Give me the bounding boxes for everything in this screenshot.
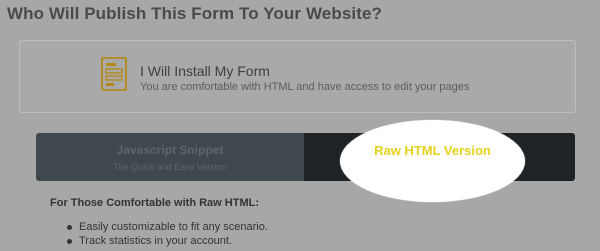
feature-list: Easily customizable to fit any scenario.… (66, 220, 268, 248)
form-layout-icon (101, 57, 127, 91)
page-title: Who Will Publish This Form To Your Websi… (7, 4, 382, 23)
install-myself-option[interactable]: I Will Install My Form You are comfortab… (19, 40, 576, 113)
spotlight-highlight (340, 120, 525, 202)
javascript-snippet-title: Javascript Snippet (116, 143, 224, 157)
install-option-title: I Will Install My Form (140, 63, 270, 79)
install-option-subtitle: You are comfortable with HTML and have a… (140, 81, 470, 93)
list-item: Track statistics in your account. (66, 234, 268, 248)
javascript-snippet-option[interactable]: Javascript Snippet The Quick and Easy Ve… (36, 133, 304, 181)
javascript-snippet-subtitle: The Quick and Easy Version (113, 162, 227, 172)
details-heading: For Those Comfortable with Raw HTML: (50, 197, 259, 209)
list-item: Easily customizable to fit any scenario. (66, 220, 268, 234)
